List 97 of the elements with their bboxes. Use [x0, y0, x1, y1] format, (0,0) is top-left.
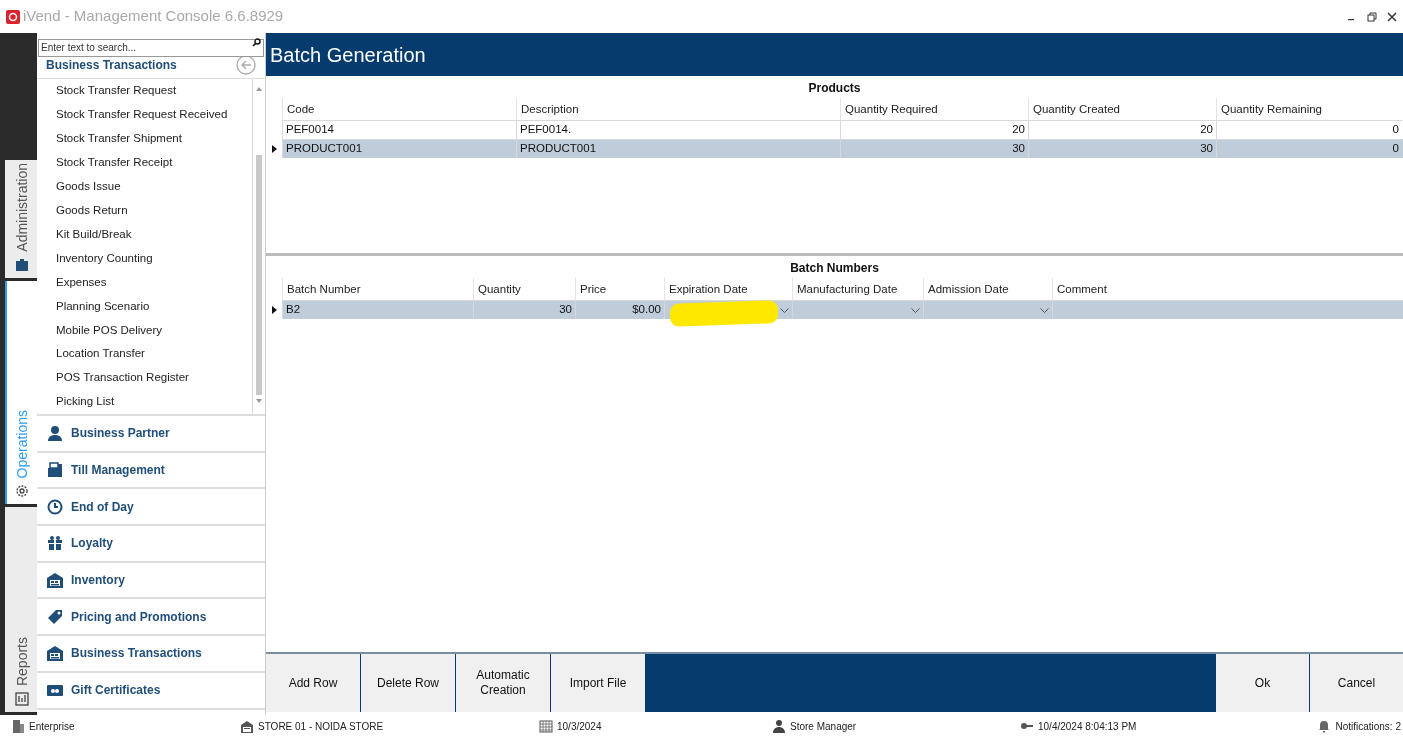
nav-group[interactable]: Pricing and Promotions	[37, 599, 265, 637]
nav-item[interactable]: Location Transfer	[56, 342, 252, 367]
column-header[interactable]: Admission Date	[923, 278, 1052, 300]
nav-group[interactable]: Business Transactions	[37, 636, 265, 673]
column-header[interactable]: Batch Number	[282, 278, 473, 300]
nav-item[interactable]: Goods Issue	[56, 174, 252, 199]
nav-group[interactable]: Inventory	[37, 562, 265, 600]
side-tab[interactable]: Reports	[5, 507, 37, 712]
page-title: Batch Generation	[266, 33, 1403, 76]
nav-group[interactable]: End of Day	[37, 489, 265, 527]
nav-item[interactable]: Goods Return	[56, 198, 252, 223]
column-header[interactable]: Code	[282, 98, 516, 120]
scroll-up-icon[interactable]	[256, 87, 262, 91]
table-cell: PEF0014.	[516, 120, 840, 139]
status-text: STORE 01 - NOIDA STORE	[258, 719, 384, 734]
action-button[interactable]: Automatic Creation	[456, 654, 550, 712]
table-cell: 30	[840, 139, 1028, 158]
store-icon	[240, 719, 254, 733]
column-header[interactable]: Quantity Required	[840, 98, 1028, 120]
scrollbar-thumb[interactable]	[256, 155, 262, 395]
status-text: 10/3/2024	[557, 719, 602, 734]
nav-group[interactable]: Loyalty	[37, 526, 265, 563]
chevron-down-icon	[911, 307, 920, 313]
app-logo-icon	[6, 9, 20, 24]
restore-icon[interactable]	[1367, 11, 1377, 22]
table-cell: PRODUCT001	[516, 139, 840, 158]
action-button[interactable]: Ok	[1216, 654, 1309, 712]
table-cell: 0	[1216, 139, 1402, 158]
tag-icon	[47, 608, 63, 625]
action-button[interactable]: Delete Row	[361, 654, 455, 712]
row-pointer-icon	[271, 144, 277, 153]
grid-title: Batch Numbers	[789, 260, 880, 277]
bell-icon	[1317, 719, 1332, 733]
warehouse-icon	[47, 572, 63, 589]
gift-icon	[47, 535, 63, 552]
window-title: iVend - Management Console 6.6.8929	[23, 6, 284, 27]
table-cell: 20	[840, 120, 1028, 139]
column-header[interactable]: Quantity Remaining	[1216, 98, 1402, 120]
warehouse-icon	[47, 645, 63, 662]
column-header[interactable]: Description	[516, 98, 840, 120]
column-header[interactable]: Quantity	[473, 278, 575, 300]
nav-item[interactable]: Picking List	[56, 390, 252, 414]
table-cell: B2	[282, 300, 473, 319]
side-tab[interactable]: Administration	[5, 160, 37, 278]
nav-item[interactable]: Planning Scenario	[56, 294, 252, 319]
table-cell: $0.00	[575, 300, 664, 319]
table-cell: 30	[1028, 139, 1216, 158]
search-icon	[252, 38, 261, 47]
nav-item[interactable]: Mobile POS Delivery	[56, 318, 252, 343]
close-icon[interactable]	[1387, 11, 1397, 22]
column-header[interactable]: Comment	[1052, 278, 1403, 300]
status-text: Store Manager	[790, 719, 857, 734]
cash-register-icon	[47, 462, 63, 479]
clock-icon	[47, 498, 63, 515]
nav-group[interactable]: Business Partner	[37, 416, 265, 453]
status-text: 10/4/2024 8:04:13 PM	[1038, 719, 1137, 734]
search-field[interactable]: Enter text to search...	[38, 38, 264, 57]
person-icon	[47, 425, 63, 442]
column-header[interactable]: Expiration Date	[664, 278, 792, 300]
toolbox-icon	[15, 258, 29, 272]
table-cell: PEF0014	[282, 120, 516, 139]
nav-item[interactable]: Kit Build/Break	[56, 222, 252, 247]
table-cell: 20	[1028, 120, 1216, 139]
nav-item[interactable]: Stock Transfer Shipment	[56, 126, 252, 151]
status-text: Notifications: 2	[1335, 719, 1401, 734]
nav-item[interactable]: POS Transaction Register	[56, 366, 252, 390]
grid-title: Products	[807, 80, 862, 97]
nav-item[interactable]: Stock Transfer Receipt	[56, 150, 252, 175]
scroll-down-icon[interactable]	[256, 399, 262, 403]
section-header: Business Transactions	[46, 57, 178, 74]
action-button[interactable]: Cancel	[1310, 654, 1403, 712]
row-pointer-icon	[271, 305, 277, 314]
action-button[interactable]: Import File	[551, 654, 645, 712]
calendar-icon	[539, 719, 553, 733]
user-icon	[772, 719, 786, 733]
table-cell: 30	[473, 300, 575, 319]
table-cell: PRODUCT001	[282, 139, 516, 158]
chevron-down-icon	[1040, 307, 1049, 313]
column-header[interactable]: Manufacturing Date	[792, 278, 923, 300]
nav-item[interactable]: Inventory Counting	[56, 246, 252, 271]
table-cell: 0	[1216, 120, 1402, 139]
status-text: Enterprise	[29, 719, 75, 734]
scrollbar[interactable]	[252, 79, 265, 414]
table-row[interactable]: PRODUCT001 PRODUCT001 30 30 0	[266, 139, 1403, 158]
nav-item[interactable]: Expenses	[56, 270, 252, 295]
action-button[interactable]: Add Row	[266, 654, 360, 712]
nav-group[interactable]: Till Management	[37, 452, 265, 490]
nav-item[interactable]: Stock Transfer Request Received	[56, 102, 252, 127]
building-icon	[11, 719, 25, 733]
nav-group[interactable]: Gift Certificates	[37, 672, 265, 710]
chevron-down-icon	[780, 307, 789, 313]
nav-item[interactable]: Stock Transfer Request	[56, 79, 252, 103]
column-header[interactable]: Price	[575, 278, 664, 300]
column-header[interactable]: Quantity Created	[1028, 98, 1216, 120]
card-icon	[47, 682, 63, 699]
report-icon	[15, 692, 29, 706]
gear-icon	[15, 484, 29, 498]
